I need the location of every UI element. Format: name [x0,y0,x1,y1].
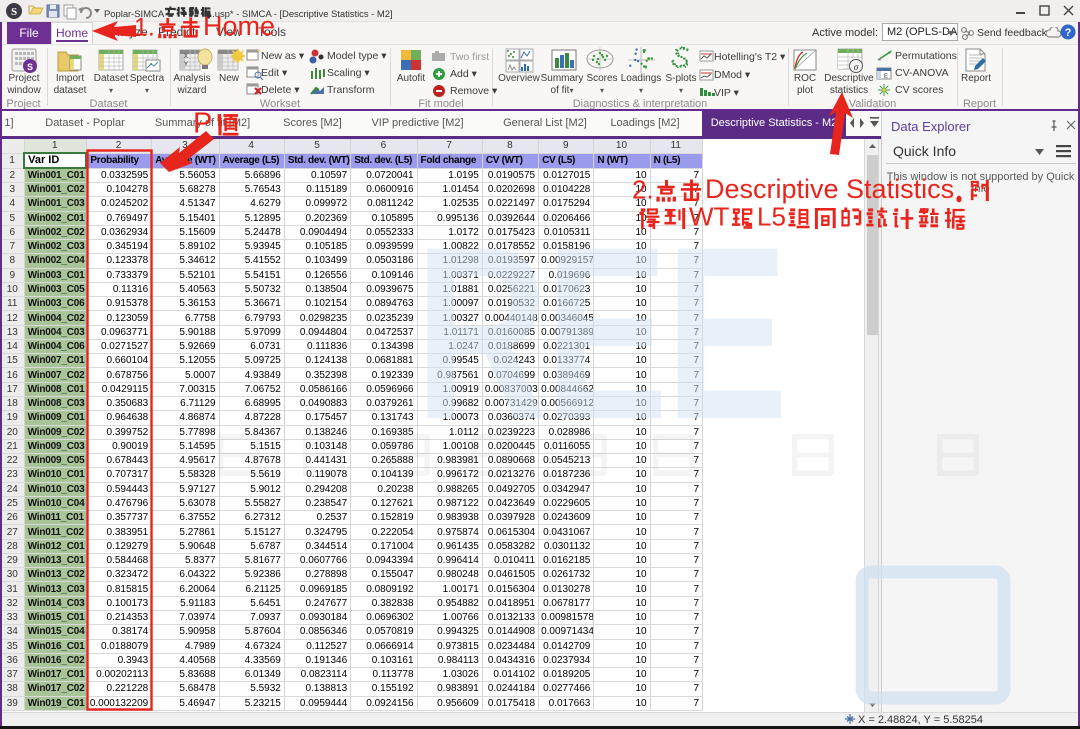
svg-text:σ: σ [854,62,859,72]
svg-text:S: S [11,6,17,18]
svg-text:S: S [27,62,33,72]
svg-text:?: ? [1065,27,1072,39]
svg-text:Y: Y [184,62,188,68]
svg-text:X: X [184,54,188,60]
svg-text:E: E [884,74,888,80]
